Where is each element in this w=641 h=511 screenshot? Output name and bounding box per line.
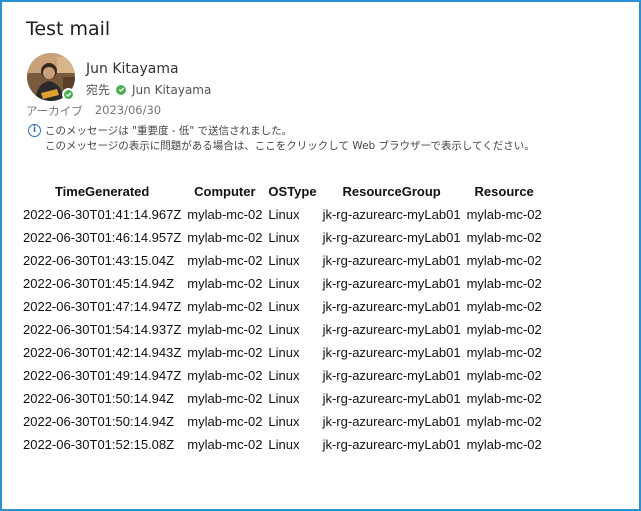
table-row: 2022-06-30T01:47:14.947Z mylab-mc-02 Linux… (20, 295, 545, 318)
table-cell: mylab-mc-02 (187, 345, 263, 360)
table-cell: 2022-06-30T01:54:14.937Z (23, 322, 182, 337)
table-cell: Linux (268, 322, 300, 337)
table-cell: Linux (268, 437, 300, 452)
table-cell: jk-rg-azurearc-myLab01 (322, 299, 461, 314)
table-cell: 2022-06-30T01:49:14.947Z (23, 368, 182, 383)
table-cell: 2022-06-30T01:50:14.94Z (23, 414, 175, 429)
table-row: 2022-06-30T01:41:14.967Z mylab-mc-02 Linux… (20, 203, 545, 226)
table-cell: jk-rg-azurearc-myLab01 (322, 391, 461, 406)
table-row: 2022-06-30T01:50:14.94Z mylab-mc-02 Linux j… (20, 410, 545, 433)
recipient-row: 宛先 Jun Kitayama (86, 81, 211, 98)
table-cell: 2022-06-30T01:43:15.04Z (23, 253, 175, 268)
to-label: 宛先 (86, 83, 111, 97)
table-row: 2022-06-30T01:42:14.943Z mylab-mc-02 Linux… (20, 341, 545, 364)
table-cell: mylab-mc-02 (466, 322, 542, 337)
table-cell: Linux (268, 391, 300, 406)
table-cell: 2022-06-30T01:47:14.947Z (23, 299, 182, 314)
table-row: 2022-06-30T01:50:14.94Z mylab-mc-02 Linux j… (20, 387, 545, 410)
table-cell: 2022-06-30T01:52:15.08Z (23, 437, 175, 452)
table-cell: mylab-mc-02 (187, 391, 263, 406)
table-header-row: TimeGenerated Computer OSType ResourceGr… (20, 180, 545, 203)
column-header: Resource (474, 184, 534, 199)
table-cell: Linux (268, 368, 300, 383)
table-cell: 2022-06-30T01:46:14.957Z (23, 230, 182, 245)
message-meta: アーカイブ 2023/06/30 (26, 103, 161, 119)
message-reading-pane: Test mail Jun Kitayama 宛先 Jun Kitayama ア… (0, 0, 641, 511)
table-row: 2022-06-30T01:52:15.08Z mylab-mc-02 Linux j… (20, 433, 545, 456)
table-cell: 2022-06-30T01:45:14.94Z (23, 276, 175, 291)
sender-name[interactable]: Jun Kitayama (86, 61, 179, 77)
table-cell: mylab-mc-02 (466, 230, 542, 245)
table-cell: mylab-mc-02 (187, 207, 263, 222)
results-table: TimeGenerated Computer OSType ResourceGr… (20, 180, 545, 456)
table-cell: Linux (268, 276, 300, 291)
column-header: ResourceGroup (342, 184, 441, 199)
table-cell: Linux (268, 230, 300, 245)
table-cell: jk-rg-azurearc-myLab01 (322, 230, 461, 245)
column-header: Computer (194, 184, 256, 199)
table-cell: Linux (268, 414, 300, 429)
table-cell: jk-rg-azurearc-myLab01 (322, 345, 461, 360)
column-header: TimeGenerated (54, 184, 150, 199)
table-cell: Linux (268, 345, 300, 360)
importance-notice: このメッセージは "重要度 - 低" で送信されました。 (45, 125, 293, 137)
table-cell: mylab-mc-02 (187, 437, 263, 452)
table-cell: jk-rg-azurearc-myLab01 (322, 368, 461, 383)
table-cell: mylab-mc-02 (466, 368, 542, 383)
table-cell: jk-rg-azurearc-myLab01 (322, 253, 461, 268)
table-row: 2022-06-30T01:45:14.94Z mylab-mc-02 Linux j… (20, 272, 545, 295)
table-row: 2022-06-30T01:49:14.947Z mylab-mc-02 Linux… (20, 364, 545, 387)
folder-label[interactable]: アーカイブ (26, 103, 83, 119)
message-subject: Test mail (26, 18, 111, 40)
table-row: 2022-06-30T01:46:14.957Z mylab-mc-02 Linux… (20, 226, 545, 249)
table-cell: 2022-06-30T01:50:14.94Z (23, 391, 175, 406)
table-cell: 2022-06-30T01:41:14.967Z (23, 207, 182, 222)
table-cell: jk-rg-azurearc-myLab01 (322, 414, 461, 429)
table-cell: 2022-06-30T01:42:14.943Z (23, 345, 182, 360)
table-cell: mylab-mc-02 (466, 391, 542, 406)
table-cell: mylab-mc-02 (466, 437, 542, 452)
column-header: OSType (268, 184, 317, 199)
message-date: 2023/06/30 (94, 103, 162, 117)
table-cell: mylab-mc-02 (187, 414, 263, 429)
table-cell: Linux (268, 299, 300, 314)
presence-available-icon (62, 88, 75, 101)
table-cell: mylab-mc-02 (466, 253, 542, 268)
table-cell: mylab-mc-02 (466, 276, 542, 291)
table-cell: Linux (268, 253, 300, 268)
recipient-name[interactable]: Jun Kitayama (132, 83, 211, 97)
table-cell: mylab-mc-02 (187, 322, 263, 337)
table-cell: mylab-mc-02 (187, 276, 263, 291)
table-cell: mylab-mc-02 (187, 230, 263, 245)
view-in-browser-link[interactable]: このメッセージの表示に問題がある場合は、ここをクリックして Web ブラウザーで… (45, 139, 535, 154)
table-row: 2022-06-30T01:54:14.937Z mylab-mc-02 Linux… (20, 318, 545, 341)
table-cell: mylab-mc-02 (187, 253, 263, 268)
table-cell: jk-rg-azurearc-myLab01 (322, 276, 461, 291)
table-cell: mylab-mc-02 (466, 414, 542, 429)
table-cell: jk-rg-azurearc-myLab01 (322, 437, 461, 452)
table-cell: Linux (268, 207, 300, 222)
table-cell: jk-rg-azurearc-myLab01 (322, 207, 461, 222)
table-cell: mylab-mc-02 (466, 345, 542, 360)
info-icon: i (28, 124, 41, 137)
table-cell: mylab-mc-02 (466, 207, 542, 222)
table-cell: mylab-mc-02 (187, 299, 263, 314)
table-cell: mylab-mc-02 (187, 368, 263, 383)
table-cell: mylab-mc-02 (466, 299, 542, 314)
table-row: 2022-06-30T01:43:15.04Z mylab-mc-02 Linux j… (20, 249, 545, 272)
check-circle-icon (116, 84, 127, 95)
table-cell: jk-rg-azurearc-myLab01 (322, 322, 461, 337)
